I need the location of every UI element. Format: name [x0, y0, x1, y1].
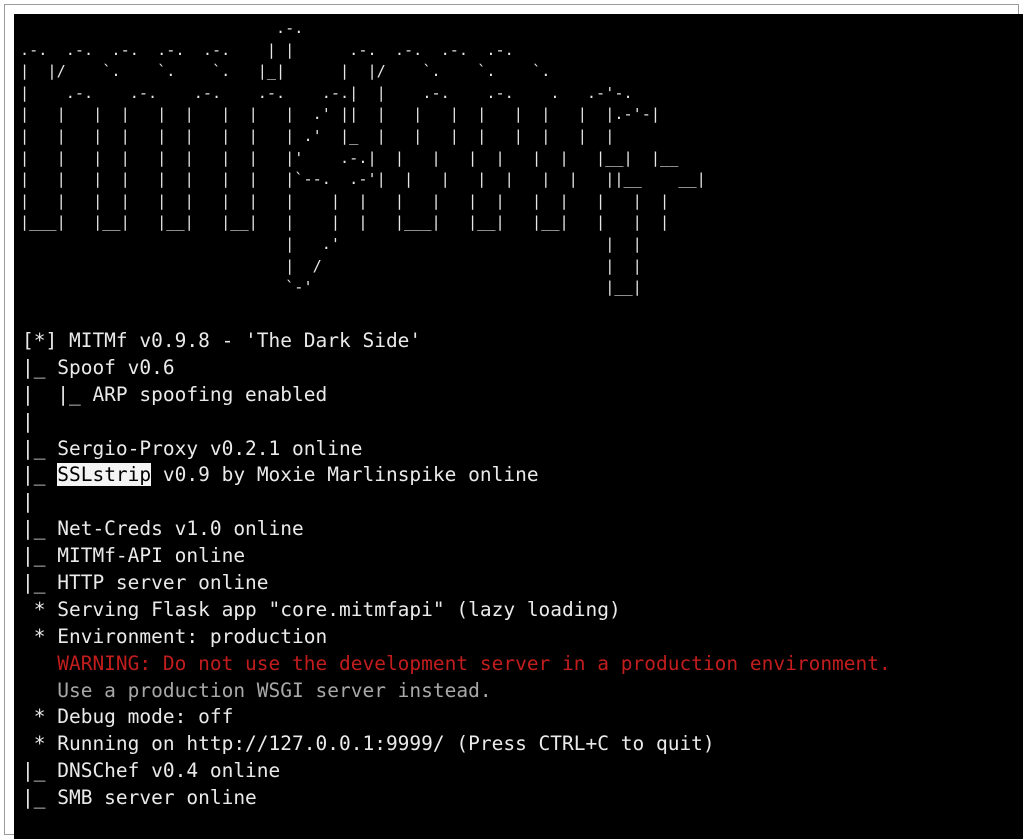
wsgi-advice-line: Use a production WSGI server instead. — [22, 678, 492, 702]
tree-pipe: | — [22, 490, 34, 514]
smb-server-line: |_ SMB server online — [22, 786, 257, 810]
terminal-output: [*] MITMf v0.9.8 - 'The Dark Side' |_ Sp… — [22, 328, 891, 812]
tree-pipe: | — [22, 409, 34, 433]
mitmf-ascii-logo: .-. .-. .-. .-. .-. .-. | | .-. .-. .-. … — [20, 19, 706, 297]
warning-line: WARNING: Do not use the development serv… — [22, 651, 891, 675]
terminal-window[interactable]: .-. .-. .-. .-. .-. .-. | | .-. .-. .-. … — [14, 14, 1023, 839]
sslstrip-line: |_ SSLstrip v0.9 by Moxie Marlinspike on… — [22, 462, 891, 489]
mitmf-api-line: |_ MITMf-API online — [22, 544, 246, 568]
net-creds-line: |_ Net-Creds v1.0 online — [22, 517, 304, 541]
flask-serving-line: * Serving Flask app "core.mitmfapi" (laz… — [22, 597, 621, 621]
version-line: [*] MITMf v0.9.8 - 'The Dark Side' — [22, 329, 422, 352]
sergio-proxy-line: |_ Sergio-Proxy v0.2.1 online — [22, 436, 363, 460]
environment-line: * Environment: production — [22, 624, 328, 648]
dnschef-line: |_ DNSChef v0.4 online — [22, 759, 281, 783]
debug-mode-line: * Debug mode: off — [22, 705, 234, 729]
running-on-line: * Running on http://127.0.0.1:9999/ (Pre… — [22, 732, 715, 756]
sslstrip-prefix: |_ — [22, 463, 58, 487]
spoof-plugin-line: |_ Spoof v0.6 — [22, 355, 175, 379]
sslstrip-selection[interactable]: SSLstrip — [57, 463, 152, 487]
http-server-line: |_ HTTP server online — [22, 571, 269, 595]
arp-spoofing-line: | |_ ARP spoofing enabled — [22, 382, 328, 406]
sslstrip-suffix: v0.9 by Moxie Marlinspike online — [151, 463, 539, 487]
